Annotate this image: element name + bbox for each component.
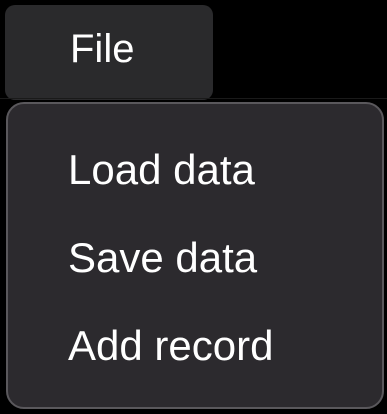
menu-item-label: Add record: [68, 322, 274, 369]
menu-item-label: Load data: [68, 146, 255, 193]
menu-item-save-data[interactable]: Save data: [8, 223, 382, 293]
menu-bar: File: [0, 0, 387, 100]
menu-item-add-record[interactable]: Add record: [8, 311, 382, 381]
file-dropdown-menu: Load data Save data Add record: [6, 102, 384, 409]
menu-item-label: Save data: [68, 234, 258, 281]
menu-bar-divider: [0, 98, 387, 99]
file-menu-label: File: [70, 27, 135, 71]
menu-item-load-data[interactable]: Load data: [8, 135, 382, 205]
file-menu-button[interactable]: File: [5, 5, 213, 100]
